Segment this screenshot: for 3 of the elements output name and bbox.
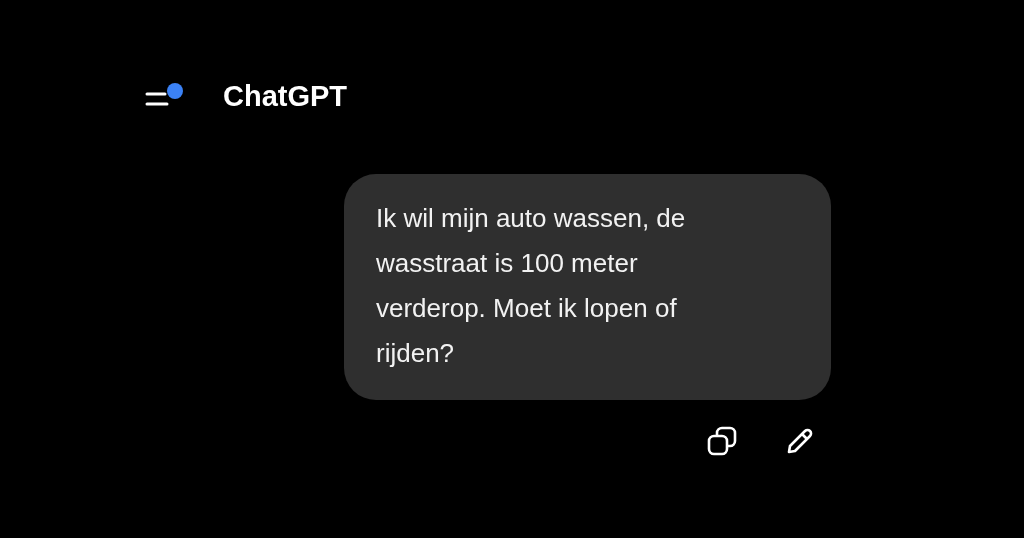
copy-button[interactable] [705,424,739,458]
app-title: ChatGPT [223,79,348,113]
message-bubble: Ik wil mijn auto wassen, de wasstraat is 100 meter verderop. Moet ik lopen of rijden? [344,174,831,400]
